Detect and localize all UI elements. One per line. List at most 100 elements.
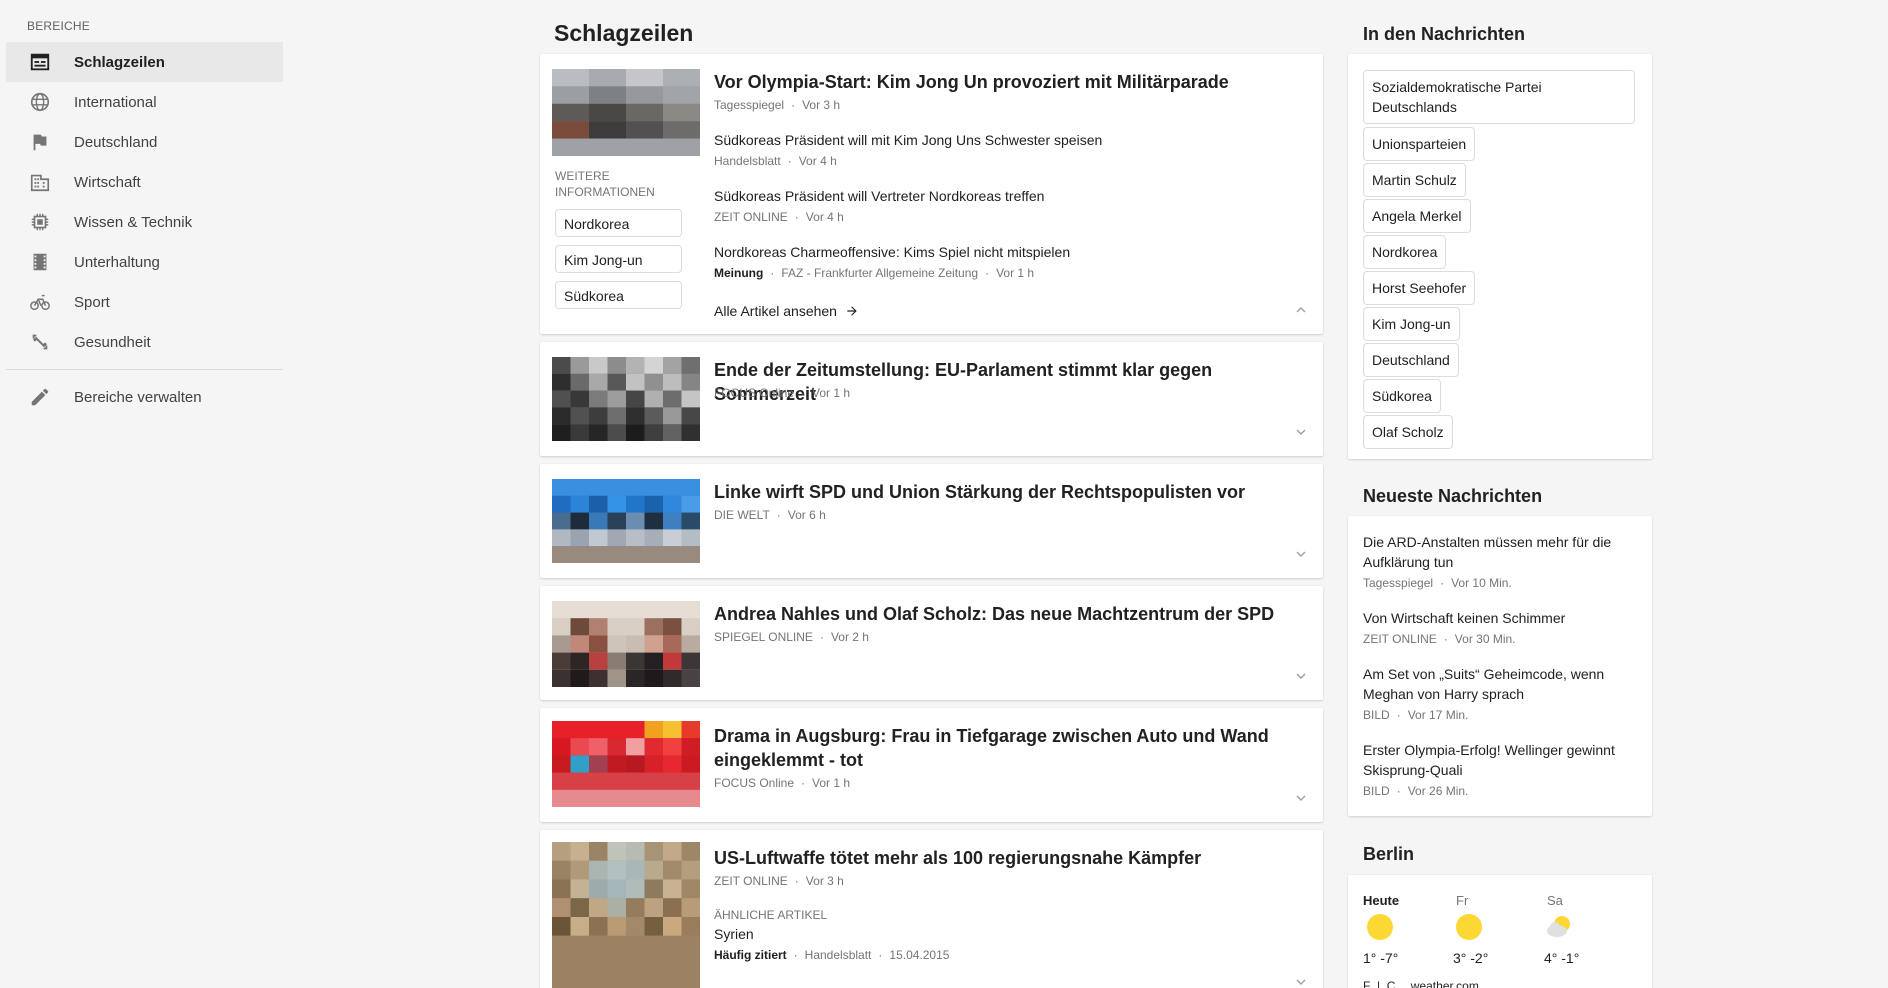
sun-icon bbox=[1367, 914, 1393, 940]
story-title[interactable]: US-Luftwaffe tötet mehr als 100 regierun… bbox=[714, 846, 1304, 870]
related-story-title[interactable]: Südkoreas Präsident will Vertreter Nordk… bbox=[714, 188, 1044, 204]
topic-chip[interactable]: Südkorea bbox=[555, 281, 682, 309]
story-thumbnail[interactable] bbox=[552, 721, 700, 807]
sun-icon bbox=[1456, 914, 1482, 940]
story-card[interactable]: US-Luftwaffe tötet mehr als 100 regierun… bbox=[540, 830, 1323, 988]
chevron-down-icon[interactable] bbox=[1293, 424, 1309, 440]
story-source[interactable]: FOCUS Online bbox=[714, 386, 794, 400]
sidebar-item-sport[interactable]: Sport bbox=[6, 282, 283, 322]
sidebar-item-gesundheit[interactable]: Gesundheit bbox=[6, 322, 283, 362]
related-story-title[interactable]: Nordkoreas Charmeoffensive: Kims Spiel n… bbox=[714, 244, 1070, 260]
chevron-down-icon[interactable] bbox=[1293, 974, 1309, 988]
story-source[interactable]: Handelsblatt bbox=[805, 948, 872, 962]
newspaper-icon bbox=[26, 50, 54, 74]
sidebar-item-label: Wirtschaft bbox=[74, 173, 141, 191]
bicycle-icon bbox=[26, 290, 54, 314]
chevron-down-icon[interactable] bbox=[1293, 790, 1309, 806]
opinion-tag: Meinung bbox=[714, 266, 764, 280]
story-meta: ZEIT ONLINE · Vor 3 h bbox=[714, 874, 844, 888]
story-source[interactable]: ZEIT ONLINE bbox=[714, 874, 788, 888]
unit-toggle[interactable]: F | C bbox=[1363, 979, 1395, 988]
sidebar-item-manage[interactable]: Bereiche verwalten bbox=[6, 377, 283, 417]
sidebar-item-schlagzeilen[interactable]: Schlagzeilen bbox=[6, 42, 283, 82]
latest-news-card: Die ARD-Anstalten müssen mehr für die Au… bbox=[1348, 516, 1652, 816]
story-meta: SPIEGEL ONLINE · Vor 2 h bbox=[714, 630, 869, 644]
story-thumbnail[interactable] bbox=[552, 842, 700, 988]
weather-source-link[interactable]: weather.com bbox=[1411, 979, 1479, 988]
similar-story-title[interactable]: Syrien bbox=[714, 926, 754, 942]
latest-story-title[interactable]: Am Set von „Suits“ Geheimcode, wenn Megh… bbox=[1363, 664, 1633, 704]
story-source[interactable]: FOCUS Online bbox=[714, 776, 794, 790]
sidebar-item-unterhaltung[interactable]: Unterhaltung bbox=[6, 242, 283, 282]
sidebar-item-deutschland[interactable]: Deutschland bbox=[6, 122, 283, 162]
topic-chip[interactable]: Sozialdemokratische Partei Deutschlands bbox=[1363, 70, 1635, 124]
story-source[interactable]: ZEIT ONLINE bbox=[714, 210, 788, 224]
related-story-title[interactable]: Südkoreas Präsident will mit Kim Jong Un… bbox=[714, 132, 1102, 148]
story-time: Vor 1 h bbox=[996, 266, 1035, 280]
story-meta: BILD · Vor 26 Min. bbox=[1363, 784, 1469, 798]
lead-story-card[interactable]: WEITERE INFORMATIONEN Nordkorea Kim Jong… bbox=[540, 54, 1323, 334]
latest-story-title[interactable]: Erster Olympia-Erfolg! Wellinger gewinnt… bbox=[1363, 740, 1633, 780]
similar-articles-label: ÄHNLICHE ARTIKEL bbox=[714, 908, 828, 922]
sidebar-item-wirtschaft[interactable]: Wirtschaft bbox=[6, 162, 283, 202]
weather-day: Fr bbox=[1456, 893, 1469, 908]
story-meta: Tagesspiegel · Vor 3 h bbox=[714, 98, 841, 112]
topic-chip[interactable]: Horst Seehofer bbox=[1363, 271, 1476, 305]
story-time: Vor 30 Min. bbox=[1454, 632, 1516, 646]
story-source[interactable]: Tagesspiegel bbox=[1363, 576, 1433, 590]
topic-chip[interactable]: Nordkorea bbox=[555, 209, 682, 237]
story-source[interactable]: DIE WELT bbox=[714, 508, 770, 522]
story-source[interactable]: Handelsblatt bbox=[714, 154, 781, 168]
sidebar-heading: BEREICHE bbox=[27, 19, 90, 33]
story-thumbnail[interactable] bbox=[552, 601, 700, 687]
weather-temp: 4° -1° bbox=[1544, 950, 1580, 966]
sidebar-item-label: Deutschland bbox=[74, 133, 158, 151]
latest-story-title[interactable]: Die ARD-Anstalten müssen mehr für die Au… bbox=[1363, 532, 1633, 572]
story-source[interactable]: SPIEGEL ONLINE bbox=[714, 630, 813, 644]
story-thumbnail[interactable] bbox=[552, 479, 700, 563]
story-card[interactable]: Linke wirft SPD und Union Stärkung der R… bbox=[540, 464, 1323, 578]
topic-chip[interactable]: Unionsparteien bbox=[1363, 127, 1476, 161]
story-title[interactable]: Drama in Augsburg: Frau in Tiefgarage zw… bbox=[714, 724, 1304, 772]
latest-story-title[interactable]: Von Wirtschaft keinen Schimmer bbox=[1363, 608, 1633, 628]
story-source[interactable]: BILD bbox=[1363, 784, 1390, 798]
story-source[interactable]: Tagesspiegel bbox=[714, 98, 784, 112]
story-source[interactable]: BILD bbox=[1363, 708, 1390, 722]
story-time: 15.04.2015 bbox=[889, 948, 950, 962]
topic-chip[interactable]: Nordkorea bbox=[1363, 235, 1447, 269]
story-title[interactable]: Andrea Nahles und Olaf Scholz: Das neue … bbox=[714, 602, 1304, 626]
story-title[interactable]: Linke wirft SPD und Union Stärkung der R… bbox=[714, 480, 1304, 504]
chevron-down-icon[interactable] bbox=[1293, 668, 1309, 684]
topic-chip[interactable]: Martin Schulz bbox=[1363, 163, 1466, 197]
page-title: Schlagzeilen bbox=[554, 20, 694, 46]
story-card[interactable]: Ende der Zeitumstellung: EU-Parlament st… bbox=[540, 342, 1323, 456]
weather-day: Heute bbox=[1363, 893, 1400, 908]
story-title[interactable]: Vor Olympia-Start: Kim Jong Un provozier… bbox=[714, 70, 1304, 94]
sidebar-item-international[interactable]: International bbox=[6, 82, 283, 122]
story-time: Vor 4 h bbox=[805, 210, 844, 224]
sidebar-item-wissen-technik[interactable]: Wissen & Technik bbox=[6, 202, 283, 242]
chip-icon bbox=[26, 210, 54, 234]
chevron-down-icon[interactable] bbox=[1293, 546, 1309, 562]
topic-chip[interactable]: Südkorea bbox=[1363, 379, 1441, 413]
topic-chip[interactable]: Kim Jong-un bbox=[1363, 307, 1460, 341]
story-time: Vor 2 h bbox=[830, 630, 869, 644]
topic-chip[interactable]: Deutschland bbox=[1363, 343, 1459, 377]
all-articles-link[interactable]: Alle Artikel ansehen bbox=[714, 303, 859, 319]
topic-chip[interactable]: Olaf Scholz bbox=[1363, 415, 1453, 449]
weather-card[interactable]: Heute Fr Sa 1° -7° 3° -2° 4° -1° F | C w… bbox=[1348, 875, 1652, 988]
story-source[interactable]: ZEIT ONLINE bbox=[1363, 632, 1437, 646]
story-card[interactable]: Andrea Nahles und Olaf Scholz: Das neue … bbox=[540, 586, 1323, 700]
story-meta: Handelsblatt · Vor 4 h bbox=[714, 154, 837, 168]
topic-chip[interactable]: Kim Jong-un bbox=[555, 245, 682, 273]
topic-chip[interactable]: Angela Merkel bbox=[1363, 199, 1471, 233]
film-icon bbox=[26, 250, 54, 274]
story-meta: ZEIT ONLINE · Vor 30 Min. bbox=[1363, 632, 1516, 646]
story-thumbnail[interactable] bbox=[552, 357, 700, 441]
story-source[interactable]: FAZ - Frankfurter Allgemeine Zeitung bbox=[781, 266, 978, 280]
story-card[interactable]: Drama in Augsburg: Frau in Tiefgarage zw… bbox=[540, 708, 1323, 822]
story-thumbnail[interactable] bbox=[552, 69, 700, 156]
arrow-right-icon bbox=[847, 306, 857, 316]
chevron-up-icon[interactable] bbox=[1293, 302, 1309, 318]
story-meta: Häufig zitiert · Handelsblatt · 15.04.2015 bbox=[714, 948, 950, 962]
